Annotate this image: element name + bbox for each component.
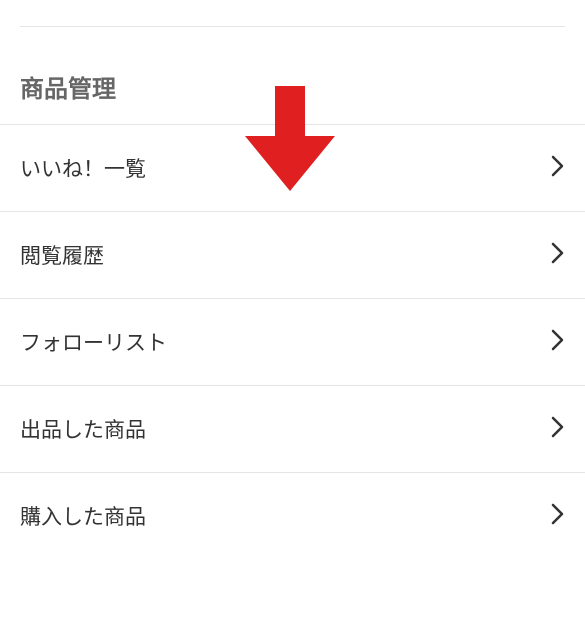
menu-item-label: 出品した商品 [20, 414, 146, 444]
chevron-right-icon [551, 242, 565, 269]
chevron-right-icon [551, 503, 565, 530]
menu-item-label: 閲覧履歴 [20, 240, 104, 270]
menu-item-label: フォローリスト [20, 327, 167, 357]
menu-item-follow-list[interactable]: フォローリスト [0, 298, 585, 385]
chevron-right-icon [551, 329, 565, 356]
menu-item-likes[interactable]: いいね！一覧 [0, 124, 585, 211]
menu-item-label: 購入した商品 [20, 501, 146, 531]
section-header: 商品管理 [0, 27, 585, 124]
menu-item-purchased-products[interactable]: 購入した商品 [0, 472, 585, 559]
menu-list: いいね！一覧 閲覧履歴 フォローリスト [0, 124, 585, 559]
menu-item-history[interactable]: 閲覧履歴 [0, 211, 585, 298]
page-container: 商品管理 いいね！一覧 閲覧履歴 フォローリスト [0, 26, 585, 559]
section-title: 商品管理 [20, 69, 565, 104]
chevron-right-icon [551, 416, 565, 443]
chevron-right-icon [551, 155, 565, 182]
menu-item-label: いいね！一覧 [20, 153, 146, 183]
menu-item-listed-products[interactable]: 出品した商品 [0, 385, 585, 472]
